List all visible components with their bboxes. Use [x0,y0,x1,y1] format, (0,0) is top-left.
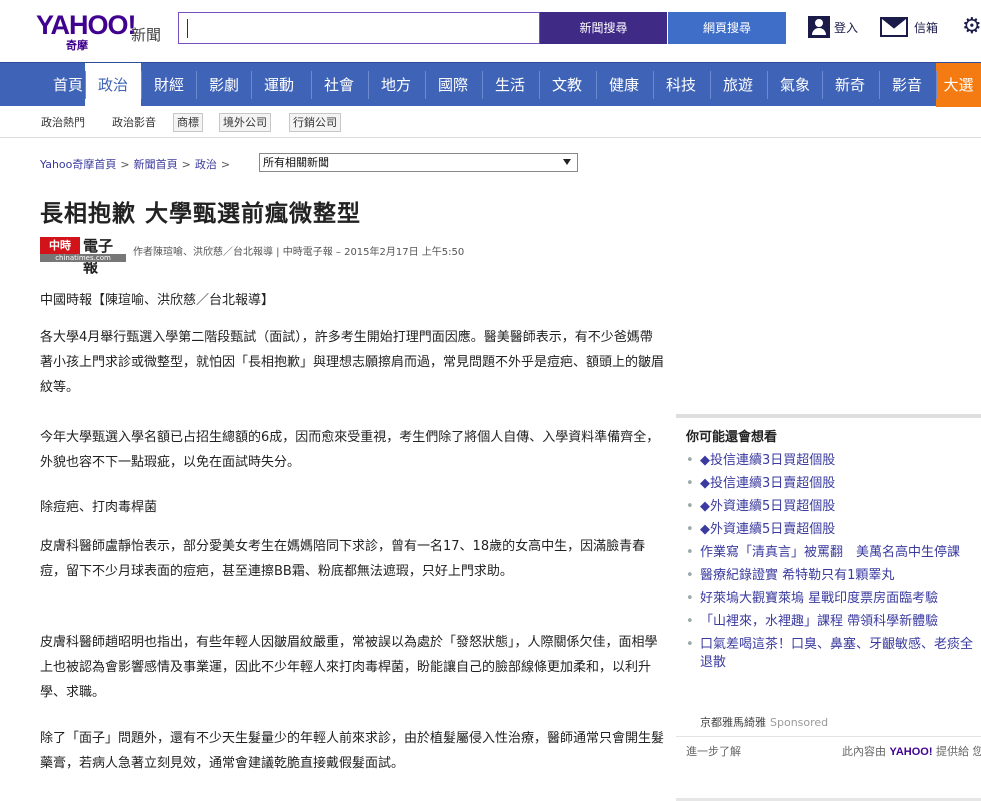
yahoo-news-logo[interactable]: YAHOO! 奇摩 新聞 [36,10,164,52]
nav-item[interactable]: 健康 [596,63,652,107]
subnav-item[interactable]: 行銷公司 [289,113,341,132]
related-link[interactable]: ◆外資連續5日賣超個股 [686,521,981,539]
login-label: 登入 [834,20,859,35]
nav-item[interactable]: 科技 [653,63,709,107]
nav-separator [653,71,654,99]
nav-separator [482,71,483,99]
nav-separator [710,71,711,99]
sidebar-divider [676,736,981,737]
mail-link[interactable]: 信箱 [880,14,938,40]
source-sub: chinatimes.com [40,254,126,262]
nav-separator [141,71,142,99]
breadcrumb-separator: > [120,157,130,171]
section-name: 新聞 [131,26,162,44]
brand-sub-text: 奇摩 [66,39,88,52]
subnav-item[interactable]: 境外公司 [219,113,271,132]
dropdown-arrow-icon [563,159,571,165]
site-header: YAHOO! 奇摩 新聞 新聞搜尋 網頁搜尋 登入 信箱 ⚙ [0,0,981,62]
nav-separator [539,71,540,99]
mail-label: 信箱 [914,20,939,35]
nav-item[interactable]: 財經 [141,63,197,107]
nav-item[interactable]: 旅遊 [710,63,766,107]
breadcrumb-separator: > [220,157,231,171]
related-link[interactable]: ◆投信連續3日賣超個股 [686,475,981,493]
nav-separator [596,71,597,99]
article-paragraph: 除痘疤、打肉毒桿菌 [40,500,158,515]
related-link[interactable]: 作業寫「清真言」被罵翻 美萬名高中生停課 [686,544,981,562]
related-link[interactable]: 好萊塢大觀寶萊塢 星戰印度票房面臨考驗 [686,590,981,608]
nav-separator [368,71,369,99]
user-icon [808,16,830,38]
nav-item[interactable]: 生活 [482,63,538,107]
related-link[interactable]: 口氣差喝這茶！口臭、鼻塞、牙齦敏感、老痰全退散 [686,636,981,672]
main-nav: 首頁 政治 財經 影劇 運動 社會 地方 國際 生活 文教 健康 科技 旅遊 氣象 新奇 影音 大選 [0,62,981,108]
related-news-select-value: 所有相關新聞 [263,156,329,169]
source-logo[interactable]: 中時 電子報 chinatimes.com [40,237,126,276]
sidebar-heading: 你可能還會想看 [686,430,778,445]
nav-item[interactable]: 氣象 [767,63,823,107]
article-paragraph: 皮膚科醫師趙昭明也指出，有些年輕人因皺眉紋嚴重，常被誤以為處於「發怒狀態」，人際… [40,635,658,700]
related-list: ◆投信連續3日買超個股 ◆投信連續3日賣超個股 ◆外資連續5日買超個股 ◆外資連… [686,452,981,677]
subnav-item[interactable]: 商標 [173,113,203,132]
related-news-select[interactable]: 所有相關新聞 [259,153,578,172]
subnav-item[interactable]: 政治影音 [109,113,159,132]
related-link[interactable]: ◆外資連續5日買超個股 [686,498,981,516]
nav-item[interactable]: 大選 [936,63,981,107]
nav-separator [251,71,252,99]
nav-item[interactable]: 國際 [425,63,481,107]
nav-separator [196,71,197,99]
nav-separator [879,71,880,99]
nav-separator [936,71,937,99]
breadcrumb-news[interactable]: 新聞首頁 [134,156,178,172]
subnav-item[interactable]: 政治熱門 [38,113,88,132]
nav-item[interactable]: 影音 [879,63,935,107]
learn-more-link[interactable]: 進一步了解 [686,743,741,759]
sub-nav: 政治熱門 政治影音 商標 境外公司 行銷公司 [0,106,981,138]
breadcrumb-separator: > [181,157,191,171]
nav-separator [425,71,426,99]
search-input[interactable] [178,12,540,44]
nav-item[interactable]: 新奇 [822,63,878,107]
article-paragraph: 皮膚科醫師盧靜怡表示，部分愛美女考生在媽媽陪同下求診，曾有一名17、18歲的女高… [40,539,646,579]
article-paragraph: 各大學4月舉行甄選入學第二階段甄試（面試），許多考生開始打理門面因應。醫美醫師表… [40,330,665,395]
related-link[interactable]: 醫療紀錄證實 希特勒只有1顆睪丸 [686,567,981,585]
nav-item[interactable]: 政治 [85,63,141,108]
news-search-button[interactable]: 新聞搜尋 [540,12,667,44]
sidebar-top-rule [676,414,981,418]
sponsor-line[interactable]: 京都雅馬綺雅 Sponsored [700,714,828,730]
breadcrumb-home[interactable]: Yahoo奇摩首頁 [40,156,116,172]
article-paragraph: 中國時報【陳瑄喻、洪欣慈／台北報導】 [40,293,275,308]
article-title: 長相抱歉 大學甄選前瘋微整型 [40,200,362,227]
article-paragraph: 除了「面子」問題外，還有不少天生髮量少的年輕人前來求診，由於植髮屬侵入性治療，醫… [40,731,665,771]
nav-separator [767,71,768,99]
web-search-button[interactable]: 網頁搜尋 [668,12,786,44]
nav-separator [822,71,823,99]
gear-icon[interactable]: ⚙ [962,16,981,38]
nav-separator [85,71,86,99]
article-byline: 作者陳瑄喻、洪欣慈／台北報導 | 中時電子報 – 2015年2月17日 上午5:… [133,247,465,258]
nav-separator [311,71,312,99]
nav-item[interactable]: 文教 [539,63,595,107]
sponsored-label: Sponsored [770,716,829,729]
nav-item[interactable]: 運動 [251,63,307,107]
provider-prefix: 此內容由 [842,745,886,758]
login-link[interactable]: 登入 [808,14,858,40]
nav-item[interactable]: 社會 [311,63,367,107]
provider-note: 此內容由 YAHOO! 提供給 您 [842,743,981,759]
provider-suffix: 提供給 您 [936,745,981,758]
related-link[interactable]: 「山裡來，水裡趣」課程 帶領科學新體驗 [686,613,981,631]
provider-brand: YAHOO! [889,746,933,758]
related-link[interactable]: ◆投信連續3日買超個股 [686,452,981,470]
mail-icon [880,17,908,37]
nav-item[interactable]: 影劇 [196,63,252,107]
text-caret [187,19,188,38]
breadcrumb-politics[interactable]: 政治 [195,156,217,172]
breadcrumb: Yahoo奇摩首頁 > 新聞首頁 > 政治 > [40,155,234,173]
source-mark: 中時 [40,237,80,254]
nav-item[interactable]: 地方 [368,63,424,107]
sponsor-name: 京都雅馬綺雅 [700,716,766,729]
article-paragraph: 今年大學甄選入學名額已占招生總額的6成，因而愈來受重視，考生們除了將個人自傳、入… [40,430,660,470]
